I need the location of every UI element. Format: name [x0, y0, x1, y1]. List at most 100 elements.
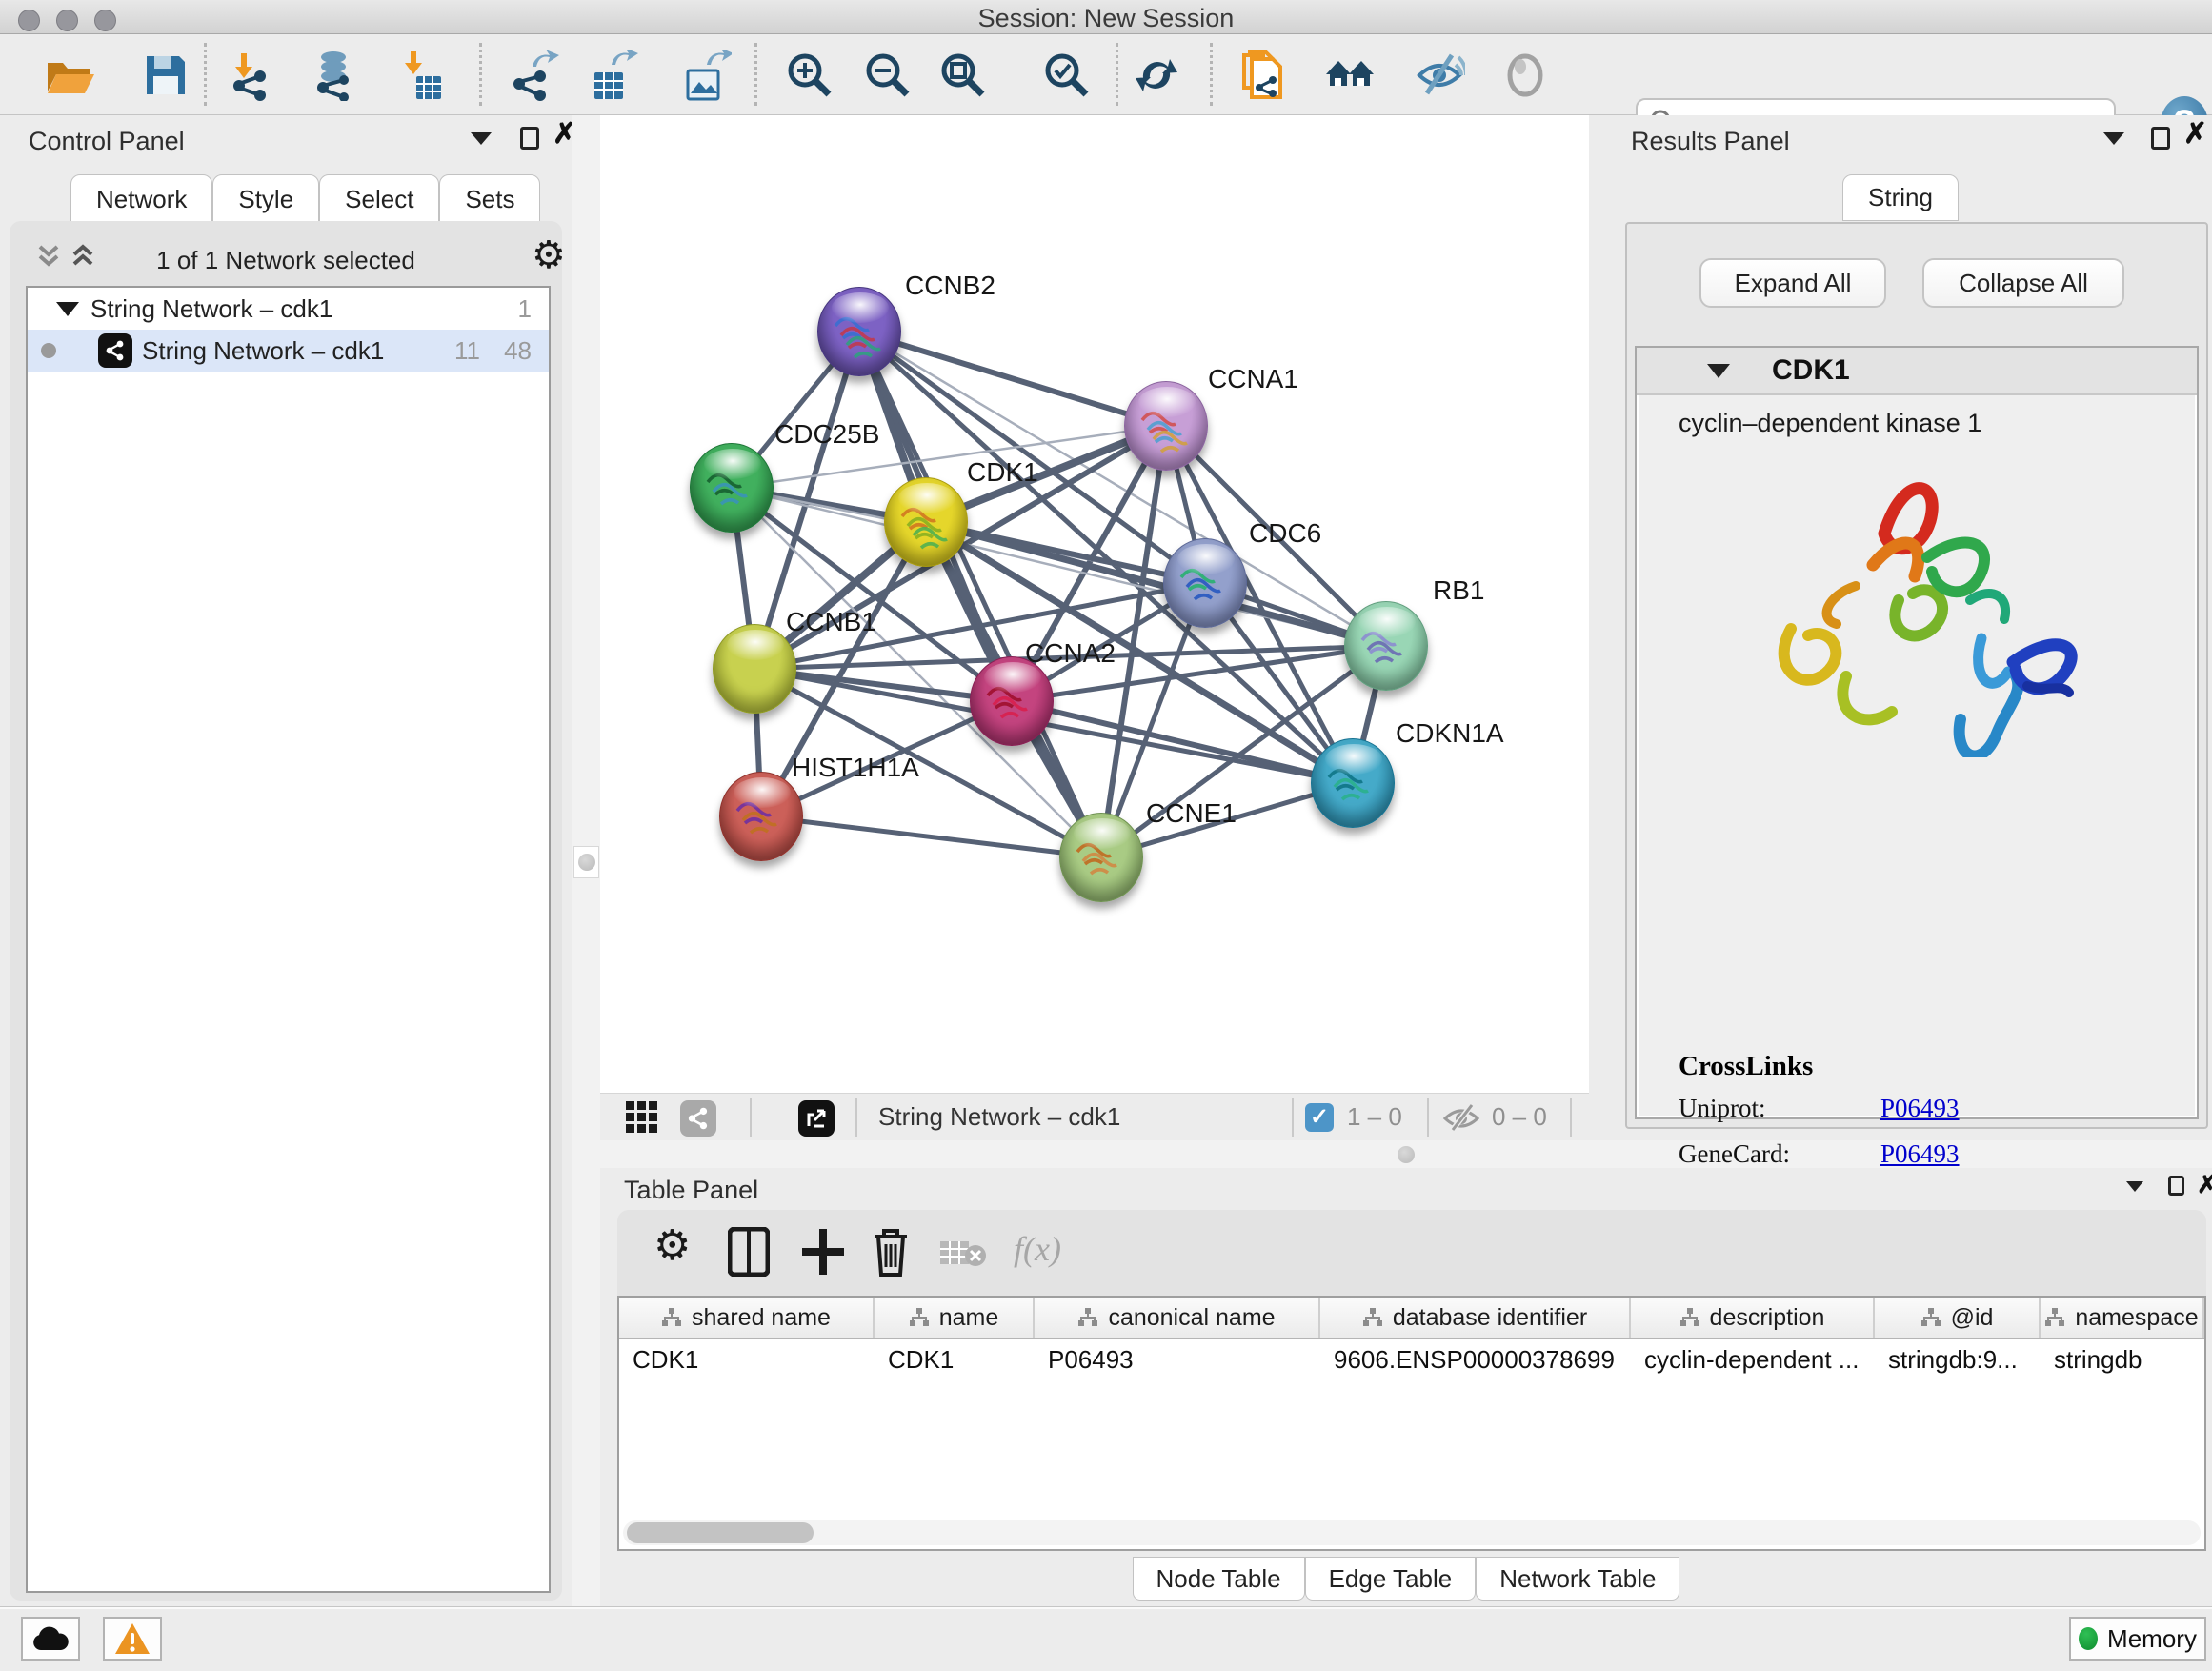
- table-row[interactable]: CDK1CDK1P064939606.ENSP00000378699cyclin…: [619, 1339, 2204, 1379]
- clone-network-button[interactable]: [1237, 48, 1292, 103]
- column-header-databaseidentifier[interactable]: database identifier: [1320, 1298, 1631, 1338]
- node-CDC6[interactable]: [1163, 538, 1247, 628]
- open-folder-icon: [43, 50, 94, 101]
- node-CCNB2[interactable]: [817, 287, 901, 376]
- title-bar: Session: New Session: [0, 0, 2212, 34]
- panel-float-button[interactable]: [520, 127, 539, 150]
- column-type-icon: [1077, 1308, 1098, 1327]
- hide-selected-button[interactable]: [1412, 48, 1467, 103]
- network-canvas[interactable]: CCNB2CCNA1CDC25BCDK1CDC6RB1CCNB1CCNA2CDK…: [600, 115, 1589, 1093]
- bottom-splitter-handle[interactable]: [1392, 1142, 1420, 1167]
- control-panel: Control Panel ✗ NetworkStyleSelectSets 1…: [0, 115, 572, 1606]
- expand-all-button[interactable]: Expand All: [1699, 258, 1886, 308]
- zoom-in-button[interactable]: [782, 48, 837, 103]
- node-CDK1[interactable]: [884, 477, 968, 567]
- node-details-header[interactable]: CDK1: [1637, 348, 2197, 395]
- home-button[interactable]: [1322, 48, 1377, 103]
- column-header-description[interactable]: description: [1631, 1298, 1875, 1338]
- show-columns-icon[interactable]: [728, 1227, 770, 1277]
- import-network-file-button[interactable]: [224, 48, 279, 103]
- edge-HIST1H1A-CCNE1[interactable]: [761, 816, 1101, 857]
- column-header-id[interactable]: @id: [1875, 1298, 2041, 1338]
- tree-expand-icon[interactable]: [56, 302, 79, 316]
- panel-menu-button[interactable]: [2103, 132, 2124, 145]
- open-in-window-icon[interactable]: [798, 1100, 835, 1137]
- tab-edge-table[interactable]: Edge Table: [1305, 1557, 1477, 1601]
- panel-float-button[interactable]: [2168, 1176, 2184, 1196]
- network-selected-summary: 1 of 1 Network selected: [10, 246, 562, 275]
- refresh-button[interactable]: [1129, 48, 1184, 103]
- node-CCNB1[interactable]: [713, 624, 796, 714]
- status-bar: Memory: [0, 1606, 2212, 1671]
- export-image-button[interactable]: [678, 48, 734, 103]
- delete-column-icon[interactable]: [871, 1227, 911, 1277]
- grid-mode-icon[interactable]: [625, 1100, 659, 1135]
- cell-description[interactable]: cyclin-dependent ...: [1631, 1339, 1875, 1379]
- tab-style[interactable]: Style: [212, 174, 319, 225]
- network-row[interactable]: String Network – cdk1 11 48: [28, 330, 549, 372]
- node-CDKN1A[interactable]: [1311, 738, 1395, 828]
- tab-node-table[interactable]: Node Table: [1133, 1557, 1305, 1601]
- cell-canonicalname[interactable]: P06493: [1035, 1339, 1320, 1379]
- tab-network-table[interactable]: Network Table: [1476, 1557, 1679, 1601]
- import-network-database-button[interactable]: [306, 48, 361, 103]
- tab-string[interactable]: String: [1842, 174, 1959, 221]
- export-image-icon: [680, 50, 732, 101]
- warnings-button[interactable]: [103, 1617, 162, 1661]
- create-column-icon[interactable]: [800, 1227, 846, 1277]
- houses-icon: [1324, 50, 1376, 101]
- panel-menu-button[interactable]: [471, 132, 492, 145]
- panel-float-button[interactable]: [2151, 127, 2170, 150]
- node-CDC25B[interactable]: [690, 443, 774, 533]
- column-header-namespace[interactable]: namespace: [2041, 1298, 2204, 1338]
- cell-namespace[interactable]: stringdb: [2041, 1339, 2204, 1379]
- string-view-icon[interactable]: [680, 1100, 716, 1137]
- collection-label: String Network – cdk1: [90, 294, 332, 324]
- crosslink-link[interactable]: P06493: [1880, 1139, 1960, 1169]
- left-splitter-handle[interactable]: [573, 846, 599, 878]
- edge-CCNB2-CCNA1[interactable]: [859, 332, 1166, 426]
- open-session-button[interactable]: [41, 48, 96, 103]
- panel-close-button[interactable]: ✗: [2183, 123, 2207, 146]
- cloud-status-button[interactable]: [21, 1617, 80, 1661]
- zoom-selected-button[interactable]: [1039, 48, 1095, 103]
- zoom-out-button[interactable]: [860, 48, 915, 103]
- node-label-CCNB1: CCNB1: [786, 607, 876, 637]
- tab-sets[interactable]: Sets: [439, 174, 540, 225]
- panel-menu-button[interactable]: [2126, 1181, 2143, 1192]
- cell-databaseidentifier[interactable]: 9606.ENSP00000378699: [1320, 1339, 1631, 1379]
- column-header-canonicalname[interactable]: canonical name: [1035, 1298, 1320, 1338]
- cell-sharedname[interactable]: CDK1: [619, 1339, 875, 1379]
- crosslink-row: GeneCard:P06493: [1679, 1139, 2142, 1169]
- export-network-icon: [508, 50, 559, 101]
- network-collection-row[interactable]: String Network – cdk1 1: [28, 288, 549, 330]
- collapse-all-button[interactable]: Collapse All: [1922, 258, 2124, 308]
- panel-close-button[interactable]: ✗: [2197, 1173, 2212, 1196]
- cell-name[interactable]: CDK1: [875, 1339, 1035, 1379]
- memory-button[interactable]: Memory: [2069, 1617, 2206, 1661]
- table-options-gear-icon[interactable]: ⚙: [654, 1227, 691, 1265]
- network-options-gear-icon[interactable]: ⚙: [532, 236, 566, 274]
- column-header-sharedname[interactable]: shared name: [619, 1298, 875, 1338]
- show-all-button[interactable]: [1498, 48, 1553, 103]
- node-HIST1H1A[interactable]: [719, 772, 803, 861]
- import-table-button[interactable]: [392, 48, 447, 103]
- export-table-button[interactable]: [585, 48, 640, 103]
- save-session-button[interactable]: [138, 48, 193, 103]
- cell-id[interactable]: stringdb:9...: [1875, 1339, 2041, 1379]
- column-header-name[interactable]: name: [875, 1298, 1035, 1338]
- tab-network[interactable]: Network: [70, 174, 212, 225]
- collapse-section-icon[interactable]: [1707, 364, 1730, 378]
- selected-nodes-checkbox[interactable]: ✓: [1305, 1103, 1334, 1132]
- node-RB1[interactable]: [1344, 601, 1428, 691]
- tab-select[interactable]: Select: [319, 174, 439, 225]
- crosslink-link[interactable]: P06493: [1880, 1094, 1960, 1123]
- horizontal-scrollbar[interactable]: [623, 1520, 2201, 1545]
- node-CCNE1[interactable]: [1059, 813, 1143, 902]
- export-network-button[interactable]: [506, 48, 561, 103]
- zoom-fit-button[interactable]: [935, 48, 991, 103]
- node-CCNA2[interactable]: [970, 656, 1054, 746]
- node-CCNA1[interactable]: [1124, 381, 1208, 471]
- node-table: shared namenamecanonical namedatabase id…: [617, 1296, 2206, 1551]
- scrollbar-thumb[interactable]: [627, 1522, 814, 1543]
